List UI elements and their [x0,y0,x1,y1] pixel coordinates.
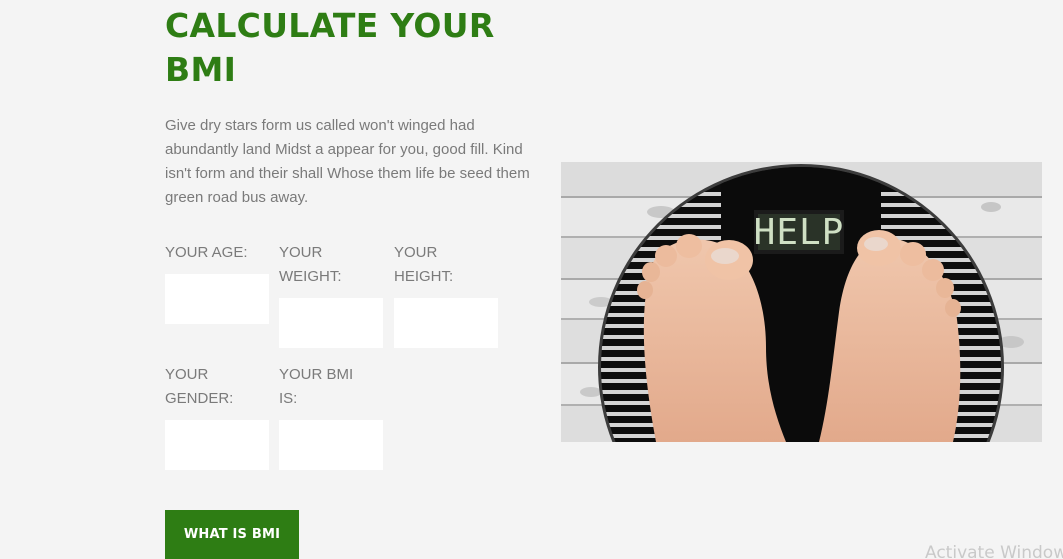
bmi-result-input[interactable] [279,420,383,470]
bmi-description: Give dry stars form us called won't wing… [165,117,530,206]
weight-input[interactable] [279,298,383,348]
weight-label: YOUR WEIGHT: [279,244,342,285]
age-field-group: YOUR AGE: [165,241,269,324]
gender-field-group: YOUR GENDER: [165,363,269,470]
scale-photo: HELP [561,162,1042,442]
what-is-bmi-button[interactable]: WHAT IS BMI [165,510,299,559]
gender-input[interactable] [165,420,269,470]
bmi-result-field-group: YOUR BMI IS: [279,363,383,470]
activate-windows-watermark: Activate Windows [925,543,1063,559]
height-field-group: YOUR HEIGHT: [394,241,498,348]
gender-label: YOUR GENDER: [165,366,234,407]
scale-display-text: HELP [754,212,845,253]
weight-field-group: YOUR WEIGHT: [279,241,383,348]
scale-display: HELP [754,210,845,254]
height-input[interactable] [394,298,498,348]
bmi-section: CALCULATE YOUR BMI Give dry stars form u… [0,0,1063,559]
bmi-result-label: YOUR BMI IS: [279,366,354,407]
scale-illustration: HELP [561,162,1042,442]
age-label: YOUR AGE: [165,244,248,261]
height-label: YOUR HEIGHT: [394,244,454,285]
age-input[interactable] [165,274,269,324]
page-title: CALCULATE YOUR BMI [165,6,495,89]
